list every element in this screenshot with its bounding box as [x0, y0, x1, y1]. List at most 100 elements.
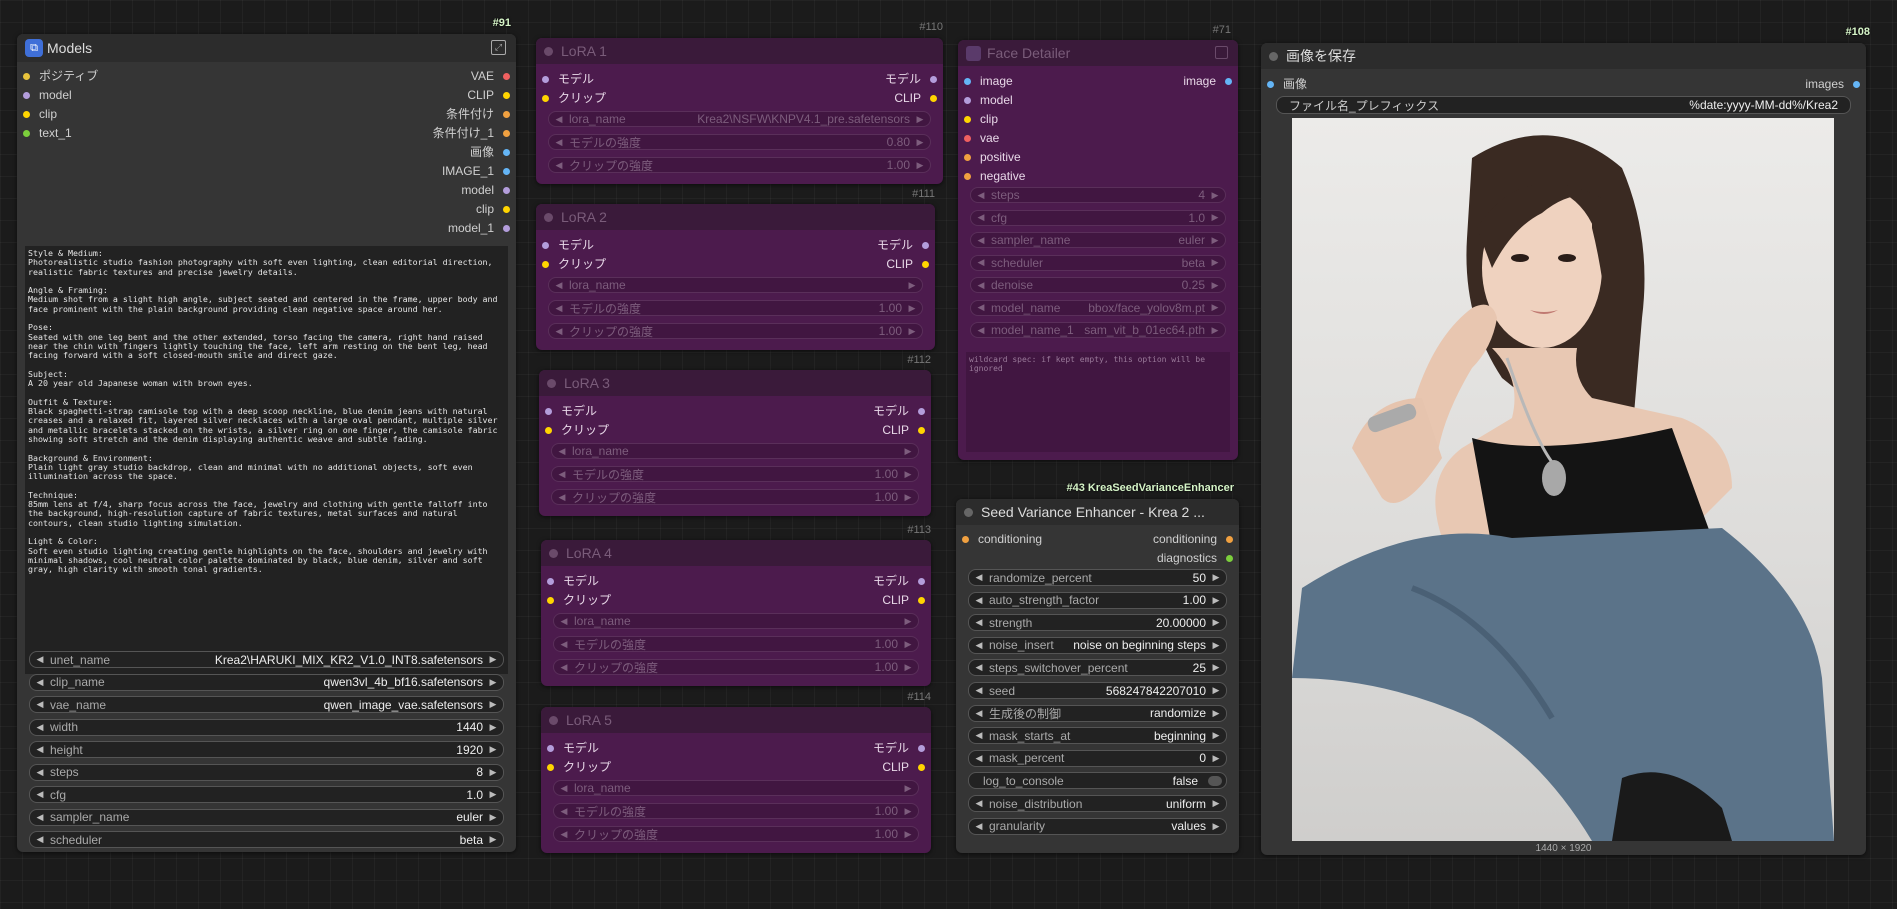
input-model[interactable]: model — [964, 92, 1013, 108]
save-image-node[interactable]: 画像を保存 画像 images ファイル名_プレフィックス %date:yyyy… — [1261, 43, 1866, 855]
widget-生成後の制御[interactable]: ◀ 生成後の制御 randomize ▶ — [968, 704, 1227, 722]
increment-arrow-icon[interactable]: ▶ — [1209, 302, 1221, 313]
lora-widget[interactable]: ◀ モデルの強度 0.80 ▶ — [548, 134, 931, 150]
widget-cfg[interactable]: ◀ cfg 1.0 ▶ — [29, 786, 504, 803]
decrement-arrow-icon[interactable]: ◀ — [34, 767, 46, 778]
slot-dot[interactable] — [547, 596, 554, 604]
slot-dot[interactable] — [503, 110, 510, 118]
increment-arrow-icon[interactable]: ▶ — [1210, 821, 1222, 832]
increment-arrow-icon[interactable]: ▶ — [487, 654, 499, 665]
expand-icon[interactable]: ⤢ — [491, 40, 506, 55]
increment-arrow-icon[interactable]: ▶ — [487, 812, 499, 823]
increment-arrow-icon[interactable]: ▶ — [1210, 617, 1222, 628]
decrement-arrow-icon[interactable]: ◀ — [973, 662, 985, 673]
decrement-arrow-icon[interactable]: ◀ — [34, 654, 46, 665]
increment-arrow-icon[interactable]: ▶ — [902, 492, 914, 503]
decrement-arrow-icon[interactable]: ◀ — [553, 137, 565, 148]
decrement-arrow-icon[interactable]: ◀ — [34, 677, 46, 688]
output-model[interactable]: モデル — [877, 237, 929, 253]
output-slot[interactable]: 条件付け_1 — [433, 125, 510, 141]
increment-arrow-icon[interactable]: ▶ — [1210, 708, 1222, 719]
widget-randomize_percent[interactable]: ◀ randomize_percent 50 ▶ — [968, 569, 1227, 586]
input-clip[interactable]: クリップ — [547, 592, 611, 608]
output-clip[interactable]: CLIP — [894, 90, 937, 106]
slot-dot[interactable] — [964, 77, 971, 85]
slot-dot[interactable] — [964, 134, 971, 142]
slot-dot[interactable] — [964, 153, 971, 161]
face-detailer-node[interactable]: Face Detailer image model clip vae positive n… — [958, 40, 1238, 460]
decrement-arrow-icon[interactable]: ◀ — [553, 160, 565, 171]
input-model[interactable]: モデル — [542, 237, 594, 253]
increment-arrow-icon[interactable]: ▶ — [1210, 685, 1222, 696]
lora-node-3[interactable]: LoRA 3 モデル クリップ モデル CLIP ◀ lora_name ▶ ◀ モデルの強度 1.… — [539, 370, 931, 516]
decrement-arrow-icon[interactable]: ◀ — [973, 685, 985, 696]
increment-arrow-icon[interactable]: ▶ — [906, 303, 918, 314]
slot-dot[interactable] — [918, 426, 925, 434]
output-images[interactable]: images — [1805, 76, 1860, 92]
node-title-bar[interactable]: ⧉ Models ⤢ — [17, 34, 516, 62]
decrement-arrow-icon[interactable]: ◀ — [556, 492, 568, 503]
widget-vae_name[interactable]: ◀ vae_name qwen_image_vae.safetensors ▶ — [29, 696, 504, 713]
prompt-textarea[interactable]: Style & Medium: Photorealistic studio fa… — [25, 246, 508, 674]
slot-dot[interactable] — [918, 763, 925, 771]
widget-noise_insert[interactable]: ◀ noise_insert noise on beginning steps ▶ — [968, 636, 1227, 654]
slot-dot[interactable] — [503, 186, 510, 194]
input-clip[interactable]: クリップ — [545, 422, 609, 438]
slot-dot[interactable] — [545, 407, 552, 415]
increment-arrow-icon[interactable]: ▶ — [487, 699, 499, 710]
lora-node-5[interactable]: LoRA 5 モデル クリップ モデル CLIP ◀ lora_name ▶ ◀ モデルの強度 1.… — [541, 707, 931, 853]
slot-dot[interactable] — [964, 172, 971, 180]
decrement-arrow-icon[interactable]: ◀ — [553, 114, 565, 125]
slot-dot[interactable] — [918, 407, 925, 415]
output-clip[interactable]: CLIP — [882, 422, 925, 438]
node-title-bar[interactable]: Face Detailer — [958, 40, 1238, 66]
decrement-arrow-icon[interactable]: ◀ — [558, 806, 570, 817]
increment-arrow-icon[interactable]: ▶ — [902, 469, 914, 480]
slot-dot[interactable] — [23, 72, 30, 80]
collapse-dot[interactable] — [549, 548, 558, 558]
toggle-switch[interactable] — [1208, 775, 1222, 786]
output-model[interactable]: モデル — [873, 403, 925, 419]
decrement-arrow-icon[interactable]: ◀ — [34, 699, 46, 710]
collapse-dot[interactable] — [544, 46, 553, 56]
slot-dot[interactable] — [545, 426, 552, 434]
slot-dot[interactable] — [542, 75, 549, 83]
decrement-arrow-icon[interactable]: ◀ — [973, 730, 985, 741]
widget-mask_starts_at[interactable]: ◀ mask_starts_at beginning ▶ — [968, 727, 1227, 745]
widget-scheduler[interactable]: ◀ scheduler beta ▶ — [29, 831, 504, 848]
decrement-arrow-icon[interactable]: ◀ — [556, 469, 568, 480]
widget-width[interactable]: ◀ width 1440 ▶ — [29, 718, 504, 736]
lora-widget[interactable]: ◀ lora_name ▶ — [551, 443, 919, 459]
increment-arrow-icon[interactable]: ▶ — [906, 326, 918, 337]
wildcard-textarea[interactable]: wildcard spec: if kept empty, this optio… — [966, 352, 1230, 452]
prefix-widget[interactable]: ファイル名_プレフィックス %date:yyyy-MM-dd%/Krea2 — [1276, 96, 1851, 114]
increment-arrow-icon[interactable]: ▶ — [1209, 190, 1221, 201]
slot-dot[interactable] — [503, 129, 510, 137]
slot-dot[interactable] — [1225, 77, 1232, 85]
slot-dot[interactable] — [542, 241, 549, 249]
lora-widget[interactable]: ◀ クリップの強度 1.00 ▶ — [553, 659, 919, 675]
decrement-arrow-icon[interactable]: ◀ — [973, 572, 985, 583]
increment-arrow-icon[interactable]: ▶ — [487, 767, 499, 778]
decrement-arrow-icon[interactable]: ◀ — [558, 639, 570, 650]
output-slot[interactable]: model_1 — [448, 220, 510, 236]
input-image[interactable]: image — [964, 73, 1013, 89]
widget-strength[interactable]: ◀ strength 20.00000 ▶ — [968, 614, 1227, 632]
node-title-bar[interactable]: LoRA 1 — [536, 38, 943, 64]
input-clip[interactable]: クリップ — [547, 759, 611, 775]
increment-arrow-icon[interactable]: ▶ — [1209, 235, 1221, 246]
slot-dot[interactable] — [542, 260, 549, 268]
output-slot[interactable]: CLIP — [467, 87, 510, 103]
decrement-arrow-icon[interactable]: ◀ — [558, 662, 570, 673]
widget-sampler_name[interactable]: ◀ sampler_name euler ▶ — [29, 808, 504, 826]
increment-arrow-icon[interactable]: ▶ — [1210, 662, 1222, 673]
decrement-arrow-icon[interactable]: ◀ — [558, 616, 570, 627]
increment-arrow-icon[interactable]: ▶ — [1209, 325, 1221, 336]
output-diagnostics[interactable]: diagnostics — [1157, 550, 1233, 566]
slot-dot[interactable] — [503, 167, 510, 175]
decrement-arrow-icon[interactable]: ◀ — [34, 722, 46, 733]
lora-widget[interactable]: ◀ クリップの強度 1.00 ▶ — [551, 489, 919, 505]
slot-dot[interactable] — [1226, 554, 1233, 562]
increment-arrow-icon[interactable]: ▶ — [1210, 798, 1222, 809]
lora-widget[interactable]: ◀ モデルの強度 1.00 ▶ — [551, 466, 919, 482]
